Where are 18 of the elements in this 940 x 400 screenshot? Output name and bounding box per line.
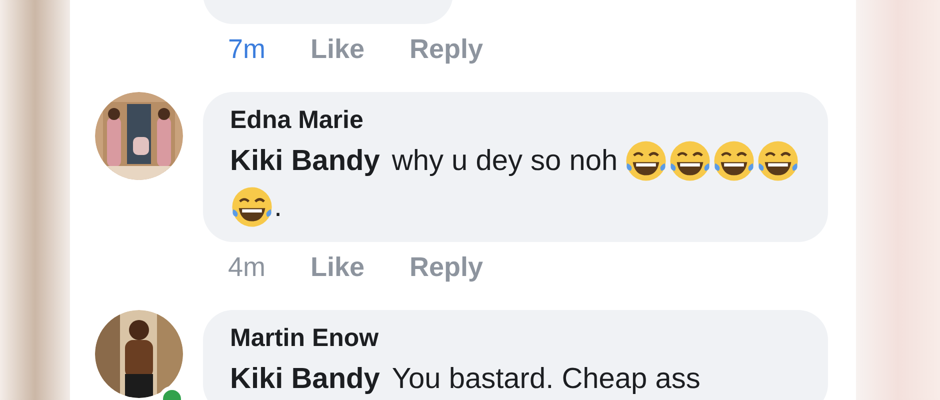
laughing-emoji-icon <box>624 139 668 183</box>
mention-link[interactable]: Kiki Bandy <box>230 138 380 184</box>
reply-button[interactable]: Reply <box>410 32 484 66</box>
laughing-emoji-icon <box>668 139 712 183</box>
comment-text: . <box>274 190 282 225</box>
laughing-emoji-icon <box>756 139 800 183</box>
author-name[interactable]: Martin Enow <box>230 322 379 354</box>
mention-link[interactable]: Kiki Bandy <box>230 356 380 400</box>
comment-text: You bastard. Cheap ass <box>392 362 700 397</box>
comment-time[interactable]: 7m <box>228 32 266 66</box>
like-button[interactable]: Like <box>310 250 365 284</box>
author-name[interactable]: Edna Marie <box>230 104 364 136</box>
reply-button[interactable]: Reply <box>410 250 484 284</box>
comment-text: why u dey so noh <box>392 144 618 179</box>
laughing-emoji-icon <box>230 185 274 229</box>
laughing-emoji-icon <box>712 139 756 183</box>
comment-time[interactable]: 4m <box>228 250 266 284</box>
like-button[interactable]: Like <box>310 32 365 66</box>
